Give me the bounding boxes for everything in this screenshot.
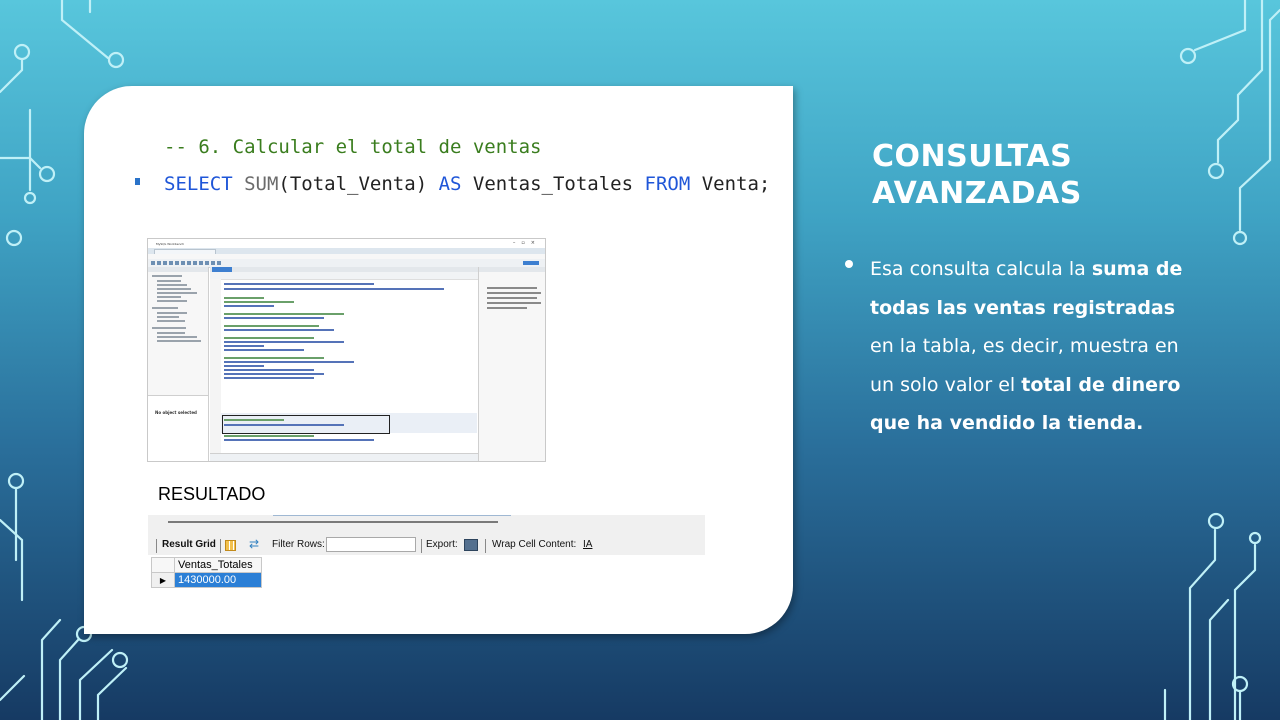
sql-alias: Ventas_Totales xyxy=(461,173,645,195)
workbench-screenshot: MySQL Workbench –▫× No object selected xyxy=(147,238,546,462)
column-header[interactable]: Ventas_Totales xyxy=(174,557,262,573)
toolbar-separator xyxy=(156,539,157,553)
slide-title: CONSULTAS AVANZADAS xyxy=(872,138,1082,212)
wrap-cell-label: Wrap Cell Content: xyxy=(492,539,577,550)
sql-args: (Total_Venta) xyxy=(278,173,439,195)
sql-function-sum: SUM xyxy=(244,173,279,195)
sql-editor-thumb xyxy=(210,267,478,453)
result-grid-tab[interactable]: Result Grid xyxy=(162,539,216,550)
sql-additions-panel xyxy=(478,267,545,461)
refresh-icon[interactable]: ⇄ xyxy=(249,537,259,551)
row-marker-icon[interactable]: ▶ xyxy=(151,572,175,588)
slide-body: Esa consulta calcula la suma de todas la… xyxy=(870,250,1190,443)
sql-comment: -- 6. Calcular el total de ventas xyxy=(164,136,542,158)
body-text-1: Esa consulta calcula la xyxy=(870,258,1092,280)
toolbar-separator xyxy=(421,539,422,553)
wrap-cell-toggle-icon[interactable]: IA xyxy=(583,539,592,550)
bullet-icon xyxy=(845,260,853,268)
grid-view-icon[interactable] xyxy=(225,540,236,551)
workbench-titlebar: MySQL Workbench –▫× xyxy=(148,239,545,248)
information-panel: No object selected xyxy=(148,395,208,461)
workbench-title: MySQL Workbench xyxy=(156,242,185,246)
export-label: Export: xyxy=(426,539,458,550)
title-line-2: AVANZADAS xyxy=(872,176,1082,211)
export-icon[interactable] xyxy=(464,539,478,551)
result-heading: RESULTADO xyxy=(158,484,266,504)
filter-rows-input[interactable] xyxy=(326,537,416,552)
navigator-panel: No object selected xyxy=(148,267,209,461)
result-table: Ventas_Totales ▶ 1430000.00 xyxy=(151,557,262,588)
no-object-label: No object selected xyxy=(155,410,197,415)
sql-keyword-as: AS xyxy=(438,173,462,195)
table-corner xyxy=(151,557,175,573)
window-controls-icon: –▫× xyxy=(512,240,541,246)
sql-keyword-from: FROM xyxy=(644,173,691,195)
sql-query: SELECT SUM(Total_Venta) AS Ventas_Totale… xyxy=(164,173,770,195)
result-grid-panel: Result Grid ⇄ Filter Rows: Export: Wrap … xyxy=(148,515,705,610)
title-line-1: CONSULTAS xyxy=(872,139,1073,174)
result-toolbar: Result Grid ⇄ Filter Rows: Export: Wrap … xyxy=(148,537,705,555)
sql-table: Venta; xyxy=(690,173,771,195)
sql-keyword-select: SELECT xyxy=(164,173,233,195)
result-grid-header: Result Grid ⇄ Filter Rows: Export: Wrap … xyxy=(148,515,705,555)
toolbar-separator xyxy=(485,539,486,553)
line-marker-icon xyxy=(135,178,140,185)
query-highlight-box xyxy=(222,415,390,434)
output-panel xyxy=(210,453,478,461)
result-cell[interactable]: 1430000.00 xyxy=(174,572,262,588)
toolbar-separator xyxy=(220,539,221,553)
filter-rows-label: Filter Rows: xyxy=(272,539,325,550)
